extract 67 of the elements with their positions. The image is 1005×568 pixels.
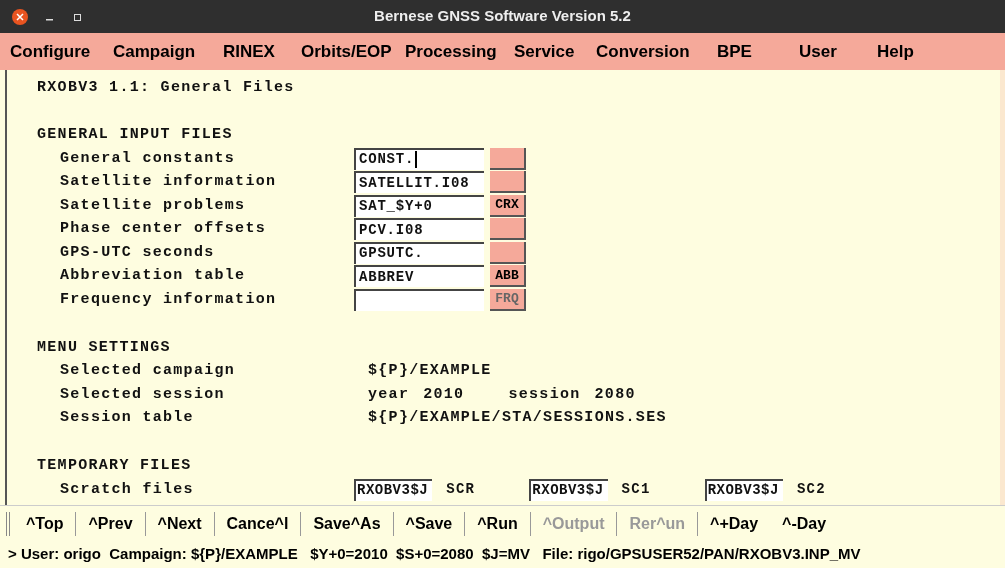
- section-heading: GENERAL INPUT FILES: [37, 125, 234, 145]
- menu-item[interactable]: Orbits/EOP: [291, 38, 395, 65]
- toolbar-button[interactable]: ^Run: [465, 511, 531, 536]
- field-label: Session table: [60, 408, 195, 428]
- minimize-icon: [45, 19, 53, 21]
- setting-value: year: [368, 384, 410, 405]
- browse-button[interactable]: [490, 241, 526, 264]
- field-label: Selected campaign: [60, 361, 237, 381]
- toolbar-button[interactable]: Cance^l: [214, 511, 302, 536]
- field-label: Phase center offsets: [60, 219, 268, 239]
- setting-value: ${P}/EXAMPLE: [368, 361, 492, 381]
- scrollbar[interactable]: [1000, 70, 1005, 505]
- menu-item[interactable]: RINEX: [213, 38, 291, 65]
- toolbar-button[interactable]: ^Next: [145, 511, 215, 536]
- input-field[interactable]: CONST.: [354, 147, 484, 170]
- menu-item[interactable]: Service: [504, 38, 586, 65]
- toolbar-button[interactable]: ^+Day: [698, 511, 771, 536]
- toolbar-button[interactable]: Save^As: [301, 511, 394, 536]
- maximize-icon: [73, 13, 81, 21]
- file-extension: SC1: [621, 480, 651, 500]
- menu-item[interactable]: Conversion: [586, 38, 707, 65]
- menu-item[interactable]: BPE: [707, 38, 789, 65]
- setting-value: ${P}/EXAMPLE/STA/SESSIONS.SES: [368, 408, 667, 428]
- input-field[interactable]: RXOBV3$J: [354, 478, 433, 501]
- toolbar-button[interactable]: ^Save: [393, 511, 466, 536]
- field-label: Frequency information: [60, 289, 278, 310]
- file-extension: SCR: [446, 480, 476, 500]
- browse-button[interactable]: [490, 218, 526, 241]
- input-field[interactable]: RXOBV3$J: [529, 478, 608, 501]
- menu-item[interactable]: Configure: [0, 38, 103, 65]
- toolbar-button[interactable]: ^-Day: [770, 511, 839, 536]
- input-field[interactable]: [354, 288, 484, 311]
- menu-item[interactable]: Help: [867, 38, 937, 65]
- toolbar-button[interactable]: ^Prev: [76, 511, 146, 536]
- menu-item[interactable]: User: [789, 38, 867, 65]
- input-field[interactable]: SAT_$Y+0: [354, 194, 484, 217]
- input-field[interactable]: SATELLIT.I08: [354, 171, 484, 194]
- section-heading: TEMPORARY FILES: [37, 456, 193, 476]
- input-field[interactable]: ABBREV: [354, 265, 484, 288]
- field-label: Satellite information: [60, 172, 278, 192]
- toolbar-handle[interactable]: [6, 511, 10, 536]
- toolbar-button[interactable]: ^Top: [14, 511, 77, 536]
- field-label: GPS-UTC seconds: [60, 242, 216, 263]
- setting-value: 2010: [423, 384, 465, 405]
- menu-item[interactable]: Campaign: [103, 38, 213, 65]
- browse-button[interactable]: [490, 147, 526, 170]
- field-label: Scratch files: [60, 479, 195, 500]
- status-text: > User: origo Campaign: ${P}/EXAMPLE $Y+0=2010 $S+0=2080 $J=MV File: rigo/GPSUSER52/PAN/RXOBV3.INP_MV: [7, 544, 862, 565]
- browse-button[interactable]: [490, 171, 526, 194]
- browse-button[interactable]: ABB: [490, 265, 526, 288]
- field-label: Selected session: [60, 384, 226, 405]
- setting-value: 2080: [594, 384, 636, 405]
- close-icon: [16, 13, 24, 21]
- setting-value: session: [508, 384, 581, 405]
- section-heading: MENU SETTINGS: [37, 337, 172, 358]
- file-extension: SC2: [796, 480, 826, 500]
- field-label: Satellite problems: [60, 195, 247, 216]
- window-title: Bernese GNSS Software Version 5.2: [374, 6, 631, 27]
- menu-item[interactable]: Processing: [395, 38, 504, 65]
- field-label: Abbreviation table: [60, 266, 247, 286]
- input-field[interactable]: PCV.I08: [354, 218, 484, 241]
- input-field[interactable]: RXOBV3$J: [704, 478, 783, 501]
- field-label: General constants: [60, 148, 237, 169]
- input-field[interactable]: GPSUTC.: [354, 241, 484, 264]
- browse-button[interactable]: CRX: [490, 194, 526, 217]
- close-button[interactable]: [12, 9, 28, 25]
- panel-title: RXOBV3 1.1: General Files: [37, 78, 296, 98]
